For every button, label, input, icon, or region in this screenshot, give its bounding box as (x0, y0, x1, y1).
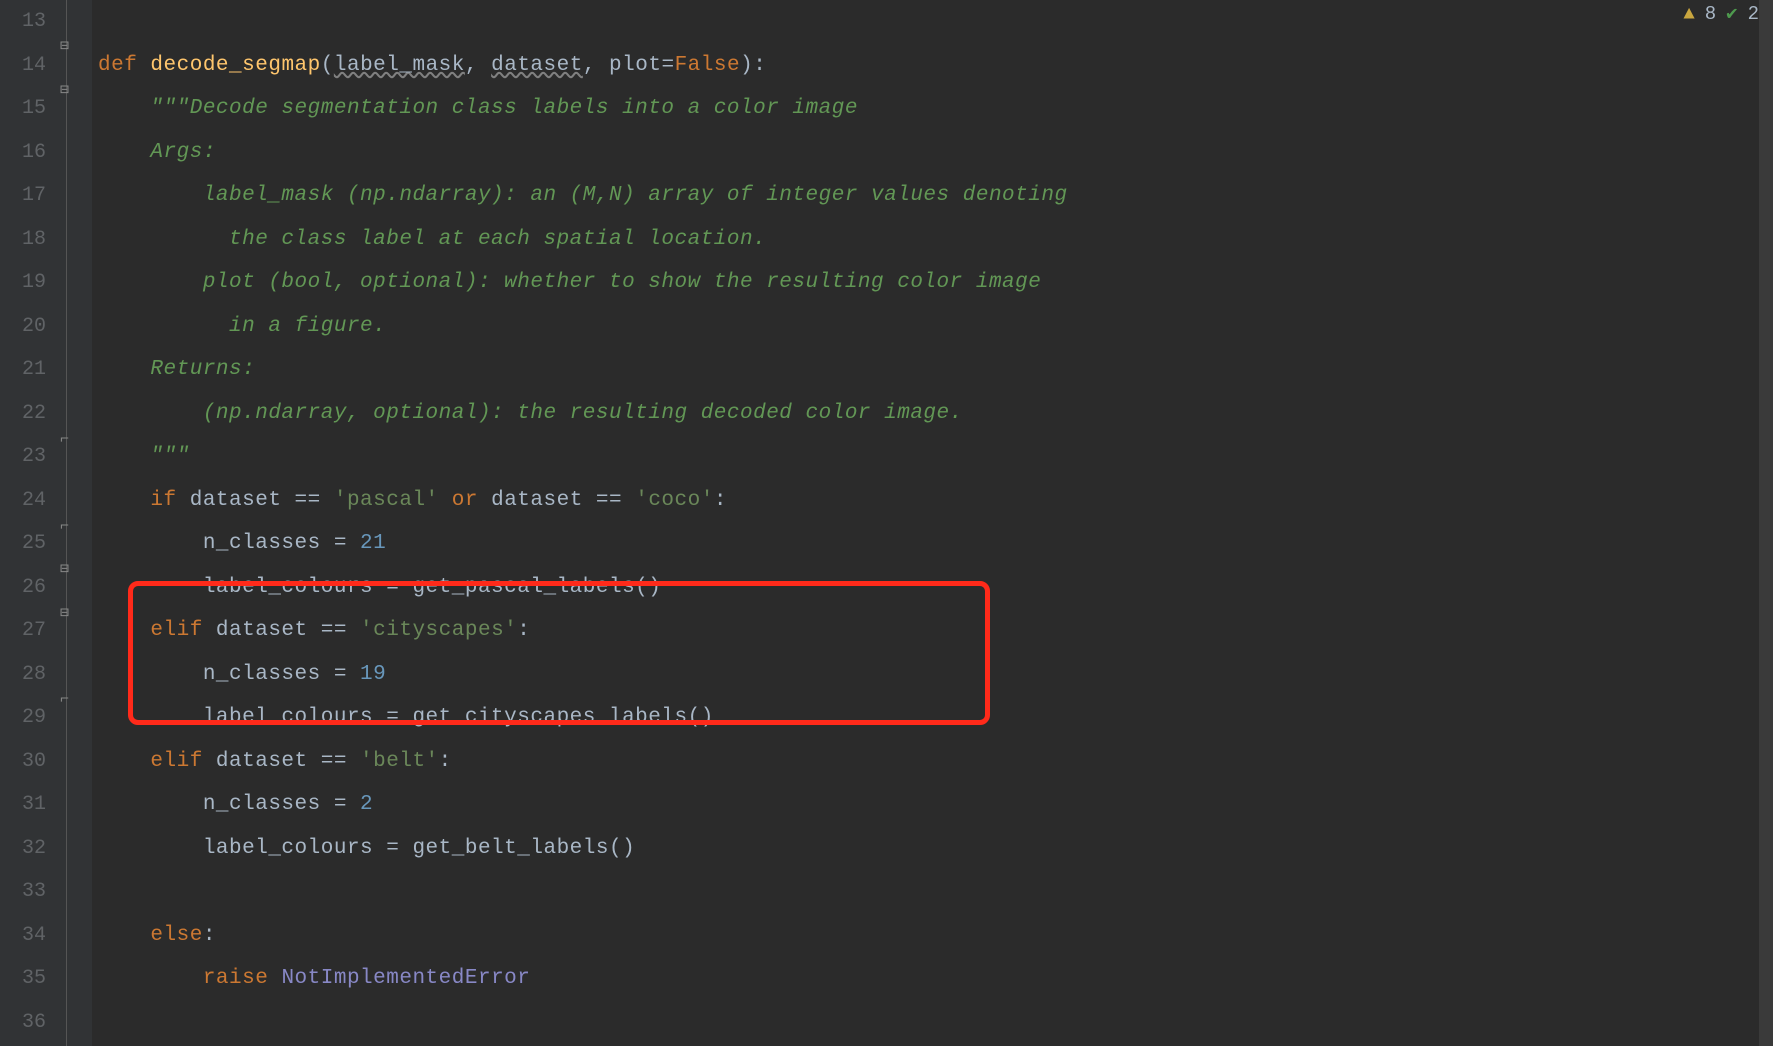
line-number[interactable]: 28 (0, 653, 56, 697)
line-number[interactable]: 20 (0, 305, 56, 349)
code-line[interactable]: label_colours = get_cityscapes_labels() (98, 696, 1773, 740)
line-number[interactable]: 34 (0, 914, 56, 958)
fold-marker-icon[interactable]: ⊟ (60, 41, 72, 53)
fold-end-icon[interactable]: ⌐ (60, 521, 72, 533)
warning-icon: ▲ (1683, 3, 1694, 25)
code-line[interactable]: in a figure. (98, 305, 1773, 349)
code-line[interactable]: elif dataset == 'cityscapes': (98, 609, 1773, 653)
pass-count: 2 (1748, 3, 1759, 25)
function-name: decode_segmap (150, 54, 320, 77)
code-line[interactable]: the class label at each spatial location… (98, 218, 1773, 262)
line-number[interactable]: 23 (0, 435, 56, 479)
line-number[interactable]: 32 (0, 827, 56, 871)
line-number[interactable]: 21 (0, 348, 56, 392)
fold-column[interactable]: ⊟ ⊟ ⌐ ⌐ ⊟ ⊟ ⌐ (56, 0, 92, 1046)
code-line[interactable]: """ (98, 435, 1773, 479)
param-plot: plot (609, 54, 661, 77)
code-line[interactable]: label_colours = get_belt_labels() (98, 827, 1773, 871)
line-number[interactable]: 24 (0, 479, 56, 523)
code-line[interactable]: elif dataset == 'belt': (98, 740, 1773, 784)
false-literal: False (675, 54, 741, 77)
line-number[interactable]: 19 (0, 261, 56, 305)
fold-marker-icon[interactable]: ⊟ (60, 608, 72, 620)
check-icon: ✔ (1726, 2, 1737, 25)
line-number[interactable]: 29 (0, 696, 56, 740)
paren: ( (321, 54, 334, 77)
exception-name: NotImplementedError (281, 967, 530, 990)
line-number[interactable]: 16 (0, 131, 56, 175)
code-line[interactable]: n_classes = 19 (98, 653, 1773, 697)
line-number[interactable]: 25 (0, 522, 56, 566)
keyword-def: def (98, 54, 150, 77)
code-line[interactable]: else: (98, 914, 1773, 958)
warning-count: 8 (1705, 3, 1716, 25)
code-editor: 1314151617181920212223242526272829303132… (0, 0, 1773, 1046)
line-number[interactable]: 15 (0, 87, 56, 131)
line-number[interactable]: 27 (0, 609, 56, 653)
fold-end-icon[interactable]: ⌐ (60, 434, 72, 446)
code-line[interactable]: (np.ndarray, optional): the resulting de… (98, 392, 1773, 436)
code-line[interactable] (98, 870, 1773, 914)
line-number[interactable]: 36 (0, 1001, 56, 1045)
line-number[interactable]: 35 (0, 957, 56, 1001)
code-line[interactable]: Args: (98, 131, 1773, 175)
param-label-mask: label_mask (334, 54, 465, 77)
scrollbar[interactable] (1759, 0, 1773, 1046)
line-number[interactable]: 33 (0, 870, 56, 914)
line-number[interactable]: 14 (0, 44, 56, 88)
code-line[interactable]: raise NotImplementedError (98, 957, 1773, 1001)
fold-marker-icon[interactable]: ⊟ (60, 564, 72, 576)
code-line[interactable]: label_colours = get_pascal_labels() (98, 566, 1773, 610)
line-number[interactable]: 13 (0, 0, 56, 44)
line-number[interactable]: 26 (0, 566, 56, 610)
param-dataset: dataset (491, 54, 583, 77)
fold-end-icon[interactable]: ⌐ (60, 694, 72, 706)
fold-marker-icon[interactable]: ⊟ (60, 85, 72, 97)
line-number[interactable]: 17 (0, 174, 56, 218)
code-line[interactable] (98, 0, 1773, 44)
code-area[interactable]: ▲ 8 ✔ 2 def decode_segmap(label_mask, da… (92, 0, 1773, 1046)
code-line[interactable]: """Decode segmentation class labels into… (98, 87, 1773, 131)
code-line[interactable]: label_mask (np.ndarray): an (M,N) array … (98, 174, 1773, 218)
code-line[interactable]: n_classes = 2 (98, 783, 1773, 827)
inspection-summary[interactable]: ▲ 8 ✔ 2 (1683, 2, 1759, 25)
line-number[interactable]: 31 (0, 783, 56, 827)
line-number[interactable]: 22 (0, 392, 56, 436)
code-line[interactable]: def decode_segmap(label_mask, dataset, p… (98, 44, 1773, 88)
line-number[interactable]: 18 (0, 218, 56, 262)
line-number[interactable]: 30 (0, 740, 56, 784)
code-line[interactable]: if dataset == 'pascal' or dataset == 'co… (98, 479, 1773, 523)
code-line[interactable]: plot (bool, optional): whether to show t… (98, 261, 1773, 305)
line-number-gutter[interactable]: 1314151617181920212223242526272829303132… (0, 0, 56, 1046)
code-line[interactable] (98, 1001, 1773, 1045)
code-line[interactable]: Returns: (98, 348, 1773, 392)
code-line[interactable]: n_classes = 21 (98, 522, 1773, 566)
